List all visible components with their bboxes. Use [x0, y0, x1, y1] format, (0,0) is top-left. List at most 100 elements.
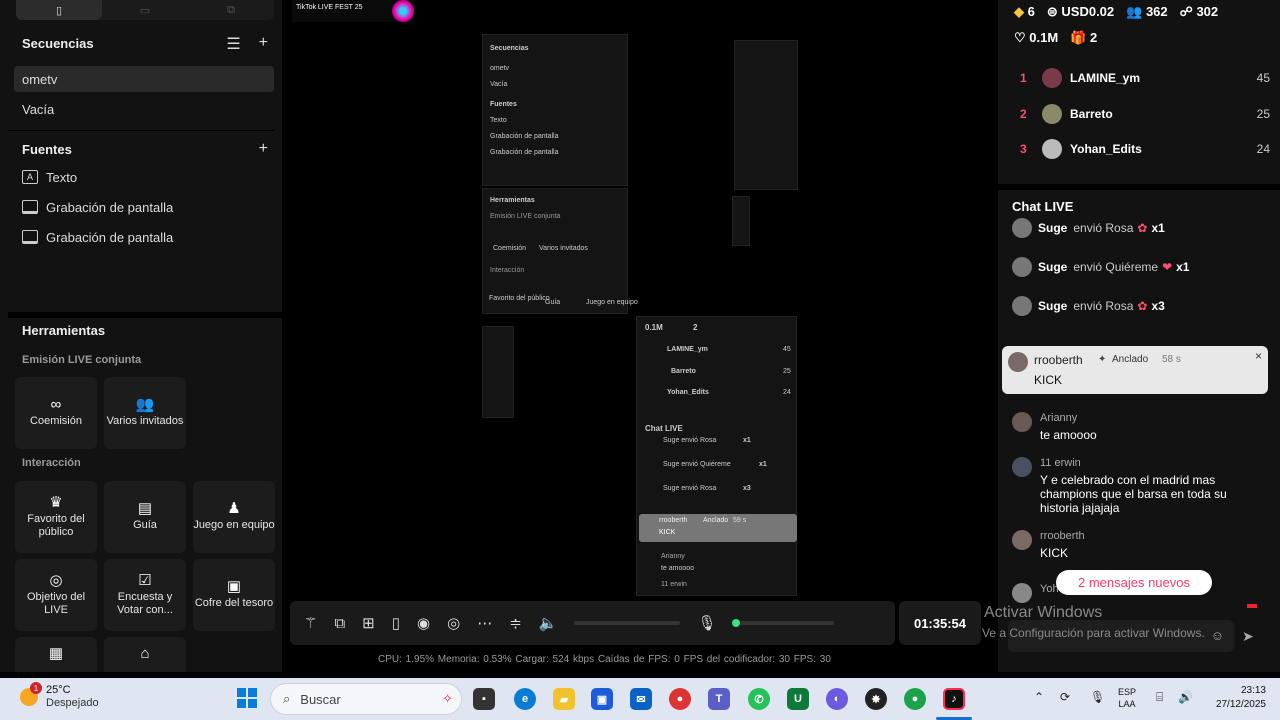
- tile-label: Cofre del tesoro: [194, 597, 274, 609]
- volume-slider[interactable]: [574, 621, 681, 625]
- volume-icon[interactable]: 🔈: [539, 614, 558, 632]
- tab-portrait[interactable]: ▯: [16, 0, 102, 20]
- favorite-icon: ♛: [49, 493, 63, 511]
- audience-favorite-button[interactable]: ♛ Favorito del público: [15, 481, 97, 553]
- tab-dual[interactable]: ⧉: [188, 0, 274, 20]
- speaker-icon[interactable]: 🔊: [1178, 690, 1193, 704]
- mirror-pinned: rrooberth Anclado 59 s KICK: [639, 514, 797, 542]
- mirror-nested-capture: [732, 196, 750, 246]
- tiktok-live-fest-logo: TikTok LIVE FEST 25: [292, 0, 414, 22]
- avatar: [1012, 257, 1032, 277]
- microphone-tray-icon[interactable]: 🎙: [1090, 690, 1105, 704]
- add-source-icon[interactable]: +: [259, 140, 268, 158]
- source-item-texto[interactable]: A Texto: [14, 164, 274, 190]
- gift-icon: 🎁: [1070, 30, 1087, 45]
- multi-guest-button[interactable]: 👥 Varios invitados: [104, 377, 186, 449]
- tab-landscape[interactable]: ▭: [102, 0, 188, 20]
- outlook-icon[interactable]: ✉: [630, 688, 652, 710]
- ranking-row[interactable]: 2 Barreto 25: [1020, 100, 1270, 128]
- tiktok-live-studio-icon[interactable]: ♪: [943, 688, 965, 710]
- pinned-message[interactable]: rrooberth ✦ Anclado 58 s KICK ×: [1002, 346, 1268, 394]
- coemission-button[interactable]: ∞ Coemisión: [15, 377, 97, 449]
- magic-wand-icon[interactable]: ⚚: [304, 614, 317, 632]
- ranking-row[interactable]: 1 LAMINE_ym 45: [1020, 64, 1270, 92]
- divider: [8, 130, 274, 131]
- live-goal-button[interactable]: ◎ Objetivo del LIVE: [15, 559, 97, 631]
- list-icon[interactable]: ☰: [226, 34, 240, 54]
- diamond-icon: ◆: [1014, 4, 1024, 19]
- source-item-screen-2[interactable]: Grabación de pantalla: [14, 224, 274, 250]
- chrome-icon[interactable]: ●: [669, 688, 691, 710]
- poll-icon: ☑: [138, 571, 152, 589]
- language-indicator[interactable]: ESP LAA: [1118, 686, 1136, 710]
- sequence-item-ometv[interactable]: ometv: [14, 66, 274, 92]
- network-icon[interactable]: ⌸: [1156, 690, 1163, 705]
- microphone-icon[interactable]: 🎙: [697, 614, 716, 632]
- close-icon[interactable]: ×: [1255, 349, 1262, 363]
- weather-widget[interactable]: 1 25°C Despejado: [20, 682, 99, 710]
- file-explorer-icon[interactable]: ▰: [553, 688, 575, 710]
- add-media-icon[interactable]: ⊞: [362, 614, 375, 632]
- add-sequence-icon[interactable]: +: [259, 34, 268, 54]
- activate-windows-text: Ve a Configuración para activar Windows.: [982, 626, 1205, 640]
- sequence-label: ometv: [22, 71, 58, 87]
- heart-gift-icon: ❤: [1162, 260, 1173, 274]
- rose-icon: ✿: [1137, 221, 1148, 235]
- edge-icon[interactable]: e: [514, 688, 536, 710]
- discord-icon[interactable]: ◐: [826, 688, 848, 710]
- app-icon[interactable]: ✸: [865, 688, 887, 710]
- temperature: 25°C: [46, 684, 71, 696]
- system-clock[interactable]: 23:13 27/12/2025: [1208, 684, 1266, 712]
- phone-icon[interactable]: ▯: [392, 614, 400, 632]
- emoji-icon[interactable]: ☺: [1211, 628, 1224, 643]
- user-plus-icon: ☍: [1179, 4, 1193, 19]
- search-box[interactable]: ⌕ Buscar ✧: [270, 683, 462, 715]
- source-item-screen-1[interactable]: Grabación de pantalla: [14, 194, 274, 220]
- avatar: [1012, 457, 1032, 477]
- team-game-button[interactable]: ♟ Juego en equipo: [193, 481, 275, 553]
- store-icon[interactable]: ▣: [591, 688, 613, 710]
- treasure-chest-button[interactable]: ▣ Cofre del tesoro: [193, 559, 275, 631]
- poll-button[interactable]: ☑ Encuesta y Votar con...: [104, 559, 186, 631]
- gift-event: Suge envió Rosa ✿ x1: [1012, 218, 1165, 238]
- whatsapp-icon[interactable]: ✆: [748, 688, 770, 710]
- live-stats-row: ◆ 6 ⊜ USD0.02 👥 362 ☍ 302: [1014, 4, 1218, 20]
- pin-icon: ✦: [1098, 354, 1107, 365]
- chrome-alt-icon[interactable]: ●: [904, 688, 926, 710]
- rose-icon: ✿: [1137, 299, 1148, 313]
- shop-icon: ▦: [48, 645, 64, 662]
- more-tool-button[interactable]: ⌂: [104, 637, 186, 672]
- sync-icon[interactable]: ⟳: [1060, 690, 1070, 704]
- avatar: [1012, 412, 1032, 432]
- sources-title: Fuentes: [22, 142, 72, 157]
- sequence-item-vacia[interactable]: Vacía: [14, 96, 274, 122]
- chest-icon: ▣: [226, 578, 242, 595]
- start-button[interactable]: [237, 688, 257, 708]
- teams-icon[interactable]: T: [708, 688, 730, 710]
- gift-event: Suge envió Rosa ✿ x3: [1012, 296, 1165, 316]
- gift-event: Suge envió Quiéreme ❤ x1: [1012, 257, 1189, 277]
- send-icon[interactable]: ➤: [1242, 628, 1254, 645]
- team-icon: ♟: [227, 500, 241, 517]
- camera-icon[interactable]: ◎: [447, 614, 460, 632]
- more-icon[interactable]: ⋯: [477, 614, 492, 632]
- new-messages-button[interactable]: 2 mensajes nuevos: [1056, 570, 1212, 595]
- followers-stat: ☍ 302: [1179, 4, 1219, 19]
- record-icon[interactable]: ◉: [417, 614, 430, 632]
- ranking-row[interactable]: 3 Yohan_Edits 24: [1020, 135, 1270, 163]
- avatar: [1012, 583, 1032, 603]
- mic-level-handle[interactable]: [731, 619, 740, 627]
- tile-label: Objetivo del LIVE: [26, 590, 86, 616]
- avatar: [1042, 104, 1062, 124]
- more-tool-button[interactable]: ▦: [15, 637, 97, 672]
- screen-capture-icon[interactable]: ⧉: [334, 615, 345, 632]
- book-icon: ▤: [137, 500, 153, 517]
- mic-level-slider[interactable]: [731, 619, 834, 627]
- chevron-up-icon[interactable]: ⌃: [1034, 690, 1044, 704]
- settings-sliders-icon[interactable]: ≑: [509, 614, 522, 632]
- terminal-icon[interactable]: ▪: [473, 688, 495, 710]
- gifts-stat: 🎁 2: [1070, 30, 1098, 45]
- tile-label: Guía: [133, 519, 157, 531]
- guide-button[interactable]: ▤ Guía: [104, 481, 186, 553]
- app-u-icon[interactable]: U: [787, 688, 809, 710]
